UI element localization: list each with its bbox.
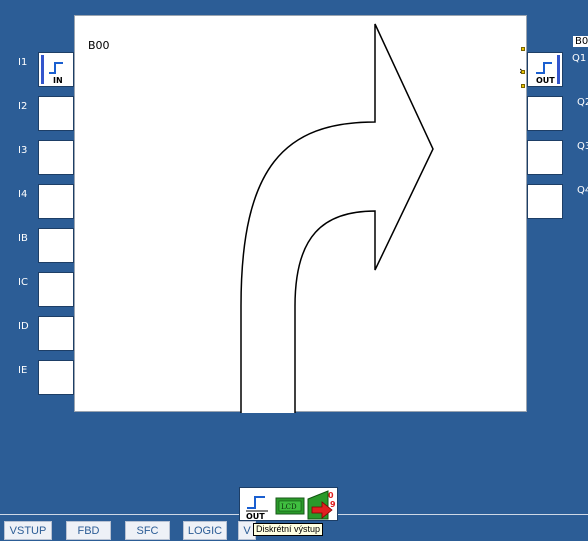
input-port-slot[interactable]	[38, 360, 74, 395]
output-port-slot[interactable]	[527, 184, 563, 219]
selected-block-label: B0	[573, 36, 588, 47]
input-port-slot[interactable]	[38, 272, 74, 307]
digital-input-icon: IN	[49, 62, 63, 85]
input-port-slot[interactable]	[38, 228, 74, 263]
function-block-area[interactable]: B00	[74, 15, 527, 413]
output-port-slot[interactable]	[527, 96, 563, 131]
lcd-icon: LCD	[275, 497, 305, 515]
output-port-slot[interactable]	[527, 140, 563, 175]
output-pin-label: Q3	[577, 141, 588, 152]
input-pin-label: I2	[18, 101, 28, 112]
output-pin-label: Q2	[577, 97, 588, 108]
input-block-in[interactable]: IN ›	[38, 52, 81, 87]
input-pin-label: ID	[18, 321, 29, 332]
palette-item-digital-output[interactable]: OUT	[241, 489, 273, 521]
digital-output-icon: OUT	[246, 496, 268, 521]
output-pin-label: Q1	[572, 53, 587, 64]
svg-text:0: 0	[328, 491, 334, 500]
block-palette: OUT LCD 0 9	[239, 487, 338, 521]
selection-handle[interactable]	[521, 47, 525, 51]
output-pin-label: Q4	[577, 185, 588, 196]
input-pin-label: I4	[18, 189, 28, 200]
output-block-label: OUT	[536, 76, 555, 85]
palette-item-label: LCD	[281, 503, 297, 511]
input-pin-label: IC	[18, 277, 28, 288]
fbd-editor-canvas[interactable]: I1 I2 I3 I4 IB IC ID IE IN › B00 Q1 Q2 Q…	[0, 0, 588, 540]
input-port-slot[interactable]	[38, 96, 74, 131]
tab-sfc[interactable]: SFC	[125, 521, 170, 540]
tab-fbd[interactable]: FBD	[66, 521, 111, 540]
tooltip: Diskrétní výstup	[253, 523, 324, 536]
input-pin-label: IB	[18, 233, 28, 244]
tab-logic[interactable]: LOGIC	[183, 521, 227, 540]
analog-output-icon: 0 9	[307, 490, 336, 520]
svg-text:9: 9	[330, 500, 336, 509]
input-pin-label: I1	[18, 57, 28, 68]
palette-item-lcd[interactable]: LCD	[274, 489, 306, 521]
output-block-out[interactable]: OUT ›	[519, 52, 563, 87]
selection-handle[interactable]	[521, 70, 525, 74]
input-port-slot[interactable]	[38, 140, 74, 175]
input-pin-label: I3	[18, 145, 28, 156]
digital-output-icon: OUT	[536, 62, 555, 85]
turn-right-arrow-icon	[240, 23, 434, 413]
input-port-slot[interactable]	[38, 316, 74, 351]
input-pin-label: IE	[18, 365, 28, 376]
palette-item-analog-output[interactable]: 0 9	[306, 489, 338, 521]
input-port-slot[interactable]	[38, 184, 74, 219]
palette-item-label: OUT	[246, 512, 265, 521]
selection-handle[interactable]	[521, 84, 525, 88]
input-block-label: IN	[53, 76, 63, 85]
tab-vstup[interactable]: VSTUP	[4, 521, 52, 540]
